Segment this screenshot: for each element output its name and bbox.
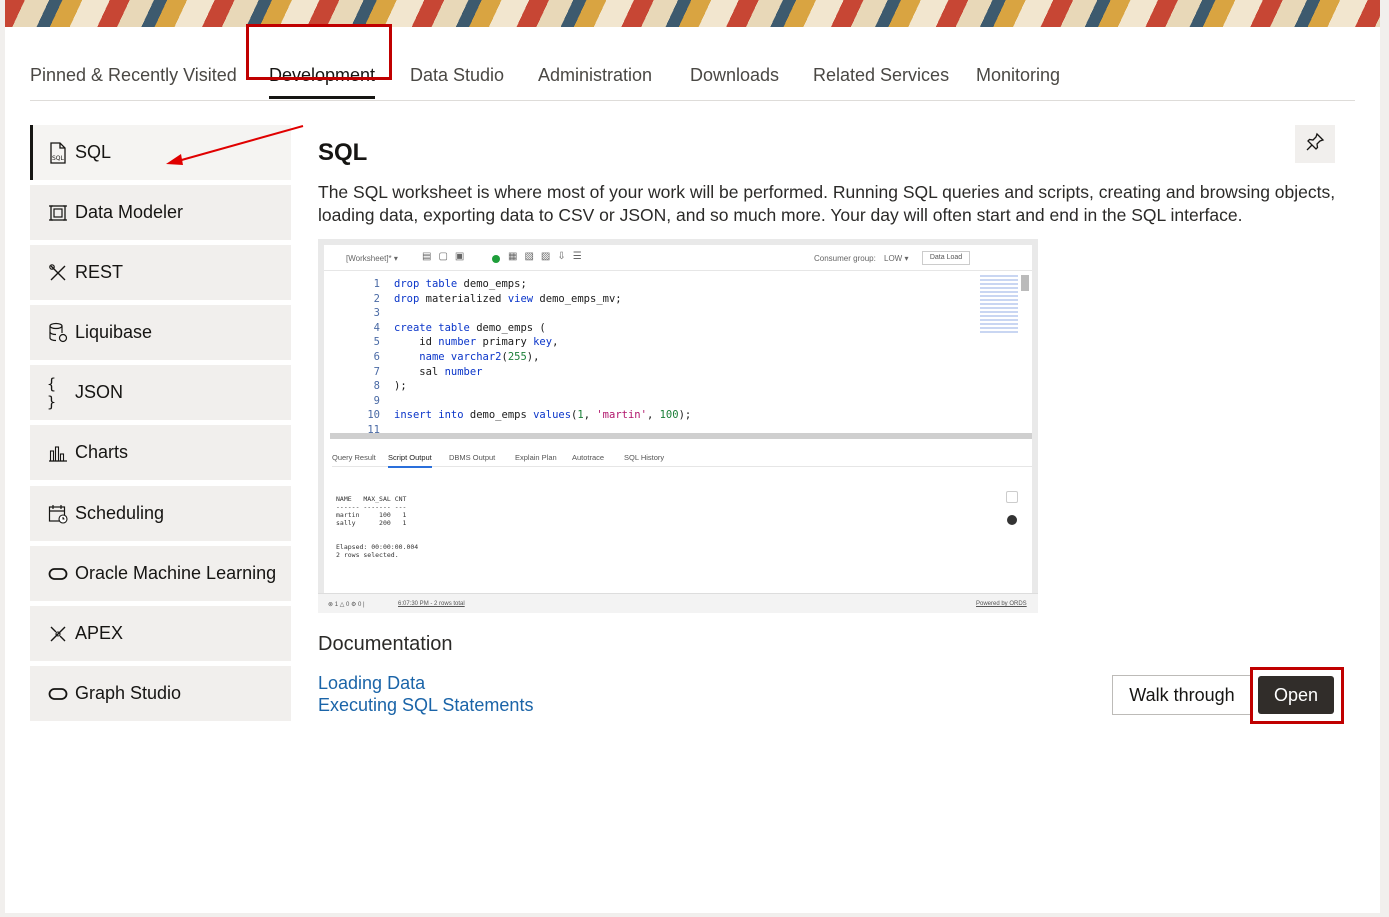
output-tab: Query Result xyxy=(332,453,376,462)
data-modeler-icon xyxy=(47,202,69,224)
worksheet-selector: [Worksheet]* ▾ xyxy=(346,254,398,263)
code-line: name varchar2(255), xyxy=(419,351,540,363)
apex-tools-icon xyxy=(47,623,69,645)
run-icon xyxy=(492,255,500,263)
calendar-clock-icon xyxy=(47,503,69,525)
status-counts: ⊗ 1 △ 0 ⚙ 0 | xyxy=(328,602,365,608)
documentation-heading: Documentation xyxy=(318,633,453,655)
sidebar-item-label: Graph Studio xyxy=(75,683,182,703)
page-title: SQL xyxy=(318,139,368,166)
code-line-number: 4 xyxy=(373,321,380,334)
liquibase-database-icon xyxy=(47,322,69,344)
code-line-number: 10 xyxy=(367,409,380,422)
sidebar-item-label: Charts xyxy=(75,442,129,462)
output-tab: SQL History xyxy=(624,453,665,462)
code-line: drop materialized view demo_emps_mv; xyxy=(394,292,622,305)
output-tab: Explain Plan xyxy=(515,453,557,462)
code-line-number: 6 xyxy=(373,351,380,363)
sidebar-item-liquibase[interactable]: Liquibase xyxy=(30,305,291,360)
tab-monitoring[interactable]: Monitoring xyxy=(976,65,1060,86)
code-line-number: 5 xyxy=(373,336,380,349)
code-line-number: 3 xyxy=(373,307,380,320)
code-line-number: 9 xyxy=(373,394,380,407)
output-tab: DBMS Output xyxy=(449,453,496,462)
sidebar-item-label: Liquibase xyxy=(75,322,153,342)
oracle-pill-icon xyxy=(47,563,69,585)
data-load-button: Data Load xyxy=(922,251,970,265)
code-line: insert into demo_emps values(1, 'martin'… xyxy=(394,409,692,422)
code-line: id number primary key, xyxy=(394,336,559,349)
tab-pinned-recently-visited[interactable]: Pinned & Recently Visited xyxy=(30,65,237,86)
editor-output-splitter xyxy=(330,433,1032,439)
sidebar-item-label: Scheduling xyxy=(75,503,165,523)
tab-administration[interactable]: Administration xyxy=(538,65,652,86)
powered-by-ords: Powered by ORDS xyxy=(976,601,1027,607)
sidebar-item-label: Oracle Machine Learning xyxy=(75,563,277,583)
code-line: ); xyxy=(394,380,407,393)
walk-through-button[interactable]: Walk through xyxy=(1112,675,1252,715)
doc-link-executing-sql[interactable]: Executing SQL Statements xyxy=(318,695,533,716)
sidebar-item-label: SQL xyxy=(75,142,112,162)
output-tab: Autotrace xyxy=(572,453,605,462)
toolbar-icons-2: ▦▧▨⇩☰ xyxy=(508,251,589,262)
output-tab: Script Output xyxy=(388,453,432,468)
toolbar-icons: ▤▢▣ xyxy=(422,251,472,262)
open-button-highlight xyxy=(1250,667,1344,724)
oracle-pill-icon xyxy=(47,683,69,705)
doc-link-loading-data[interactable]: Loading Data xyxy=(318,673,425,694)
header-banner xyxy=(5,0,1380,27)
code-line: sal number xyxy=(394,365,483,378)
code-line-number: 2 xyxy=(373,292,380,305)
json-braces-icon: { } xyxy=(47,374,57,411)
sidebar-item-apex[interactable]: APEX xyxy=(30,606,291,661)
consumer-group-label: Consumer group: xyxy=(814,254,876,263)
pin-button[interactable] xyxy=(1295,125,1335,163)
copy-icon xyxy=(1006,491,1018,503)
code-line-number: 1 xyxy=(373,278,380,290)
tab-data-studio[interactable]: Data Studio xyxy=(410,65,504,86)
sidebar-item-label: APEX xyxy=(75,623,124,643)
bar-chart-icon xyxy=(47,442,69,464)
development-tab-highlight xyxy=(246,24,392,80)
worksheet-toolbar: [Worksheet]* ▾ ▤▢▣ ▦▧▨⇩☰ Consumer group:… xyxy=(324,245,1032,271)
consumer-group-value: LOW ▾ xyxy=(884,254,909,263)
sidebar-item-json[interactable]: { } JSON xyxy=(30,365,291,420)
sidebar-item-scheduling[interactable]: Scheduling xyxy=(30,486,291,541)
info-icon xyxy=(1007,515,1017,525)
category-tabs: Pinned & Recently Visited Development Da… xyxy=(30,53,1355,101)
worksheet-statusbar: ⊗ 1 △ 0 ⚙ 0 | 6:07:30 PM - 2 rows total … xyxy=(318,593,1038,613)
worksheet-preview: [Worksheet]* ▾ ▤▢▣ ▦▧▨⇩☰ Consumer group:… xyxy=(324,245,1032,593)
svg-text:SQL: SQL xyxy=(52,155,65,162)
sql-file-icon: SQL xyxy=(47,141,69,164)
output-tabs: Query Result Script Output DBMS Output Expl… xyxy=(332,445,1032,468)
active-tab-indicator xyxy=(269,96,376,99)
sidebar-item-graph-studio[interactable]: Graph Studio xyxy=(30,666,291,721)
code-editor: 1 drop table demo_emps; 2 drop materialized… xyxy=(324,277,1024,436)
sidebar-item-label: Data Modeler xyxy=(75,202,184,222)
sidebar-item-charts[interactable]: Charts xyxy=(30,425,291,480)
code-line-number: 7 xyxy=(373,365,380,378)
tab-downloads[interactable]: Downloads xyxy=(690,65,779,86)
sidebar-item-label: JSON xyxy=(75,382,124,402)
code-line: create table demo_emps ( xyxy=(394,321,546,334)
rest-tools-icon xyxy=(47,262,69,284)
code-line-number: 8 xyxy=(373,380,380,393)
status-time: 6:07:30 PM - 2 rows total xyxy=(398,601,465,607)
pin-icon xyxy=(1305,132,1325,157)
sidebar-item-oracle-machine-learning[interactable]: Oracle Machine Learning xyxy=(30,546,291,601)
sidebar-item-label: REST xyxy=(75,262,124,282)
script-output-text: NAME MAX_SAL CNT ------ ------- --- mart… xyxy=(336,495,419,559)
sidebar-item-rest[interactable]: REST xyxy=(30,245,291,300)
launchpad-panel: Pinned & Recently Visited Development Da… xyxy=(5,27,1380,913)
worksheet-preview-image: [Worksheet]* ▾ ▤▢▣ ▦▧▨⇩☰ Consumer group:… xyxy=(318,239,1038,613)
tab-related-services[interactable]: Related Services xyxy=(813,65,949,86)
code-line: drop table demo_emps; xyxy=(394,278,527,290)
editor-scrollbar xyxy=(1021,275,1029,291)
sidebar-item-sql[interactable]: SQL SQL xyxy=(30,125,291,180)
page-description: The SQL worksheet is where most of your … xyxy=(318,182,1336,225)
code-minimap xyxy=(980,275,1018,335)
sidebar-item-data-modeler[interactable]: Data Modeler xyxy=(30,185,291,240)
